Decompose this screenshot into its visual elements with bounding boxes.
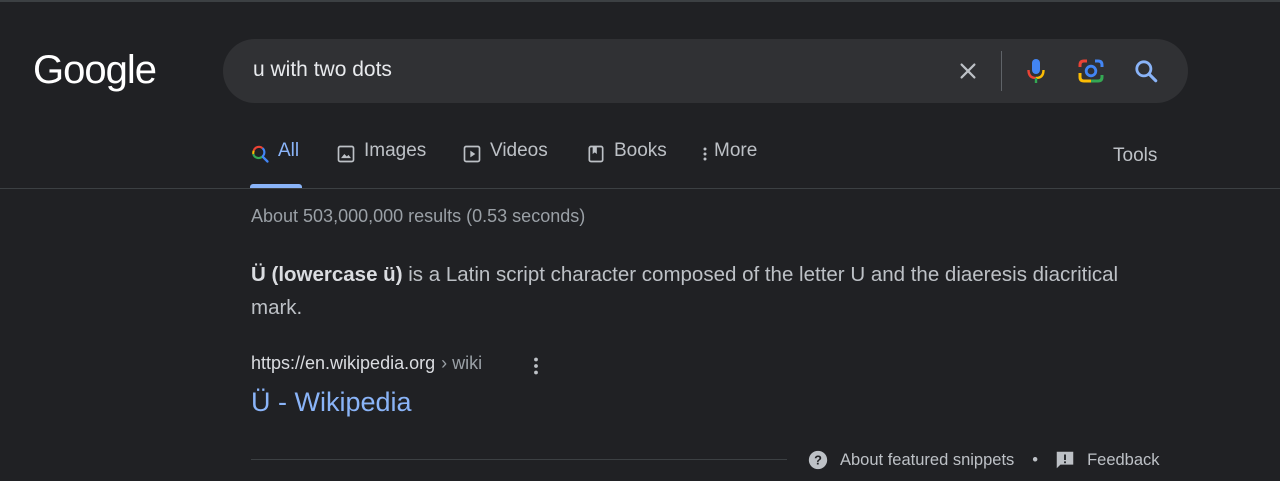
result-citation[interactable]: https://en.wikipedia.org › wiki <box>251 353 482 374</box>
search-header: Google u with two dots All Images Videos… <box>0 0 1280 189</box>
cite-domain: https://en.wikipedia.org <box>251 353 436 373</box>
svg-text:?: ? <box>814 453 822 468</box>
cite-path: › wiki <box>441 353 483 373</box>
tab-books[interactable]: Books <box>586 140 667 188</box>
featured-snippet-text: Ü (lowercase ü) is a Latin script charac… <box>251 258 1151 324</box>
multicolor-search-icon <box>252 145 269 163</box>
feedback-link[interactable]: Feedback <box>1087 451 1159 470</box>
tab-books-label: Books <box>614 140 667 161</box>
search-icon[interactable] <box>1130 55 1162 87</box>
snippet-footer: ? About featured snippets • Feedback <box>807 448 1160 472</box>
result-title-link[interactable]: Ü - Wikipedia <box>251 387 412 418</box>
snippet-bold-term: Ü (lowercase ü) <box>251 263 403 286</box>
search-input[interactable]: u with two dots <box>253 58 392 82</box>
active-tab-indicator <box>250 184 302 188</box>
tab-more[interactable]: More <box>700 140 757 188</box>
camera-lens-icon[interactable] <box>1075 55 1107 87</box>
footer-separator: • <box>1032 450 1039 469</box>
tab-images-label: Images <box>364 140 427 161</box>
search-divider <box>1001 51 1002 91</box>
tools-button[interactable]: Tools <box>1113 145 1157 167</box>
clear-icon[interactable] <box>952 55 984 87</box>
tab-all[interactable]: All <box>250 140 302 188</box>
result-stats: About 503,000,000 results (0.53 seconds) <box>251 206 586 226</box>
google-logo[interactable]: Google <box>33 48 157 93</box>
microphone-icon[interactable] <box>1020 55 1052 87</box>
result-menu-icon[interactable] <box>526 356 546 376</box>
more-vert-icon <box>703 147 707 161</box>
book-icon <box>588 145 604 163</box>
feedback-icon[interactable] <box>1054 449 1076 471</box>
tab-videos[interactable]: Videos <box>462 140 548 188</box>
tab-videos-label: Videos <box>490 140 548 161</box>
tab-images[interactable]: Images <box>336 140 426 188</box>
help-icon[interactable]: ? <box>807 449 829 471</box>
tab-all-label: All <box>278 140 300 161</box>
footer-divider <box>251 459 787 460</box>
image-icon <box>337 145 355 163</box>
play-icon <box>463 145 481 163</box>
search-box[interactable]: u with two dots <box>223 39 1188 103</box>
tab-more-label: More <box>714 140 758 161</box>
about-featured-snippets-link[interactable]: About featured snippets <box>840 451 1014 470</box>
